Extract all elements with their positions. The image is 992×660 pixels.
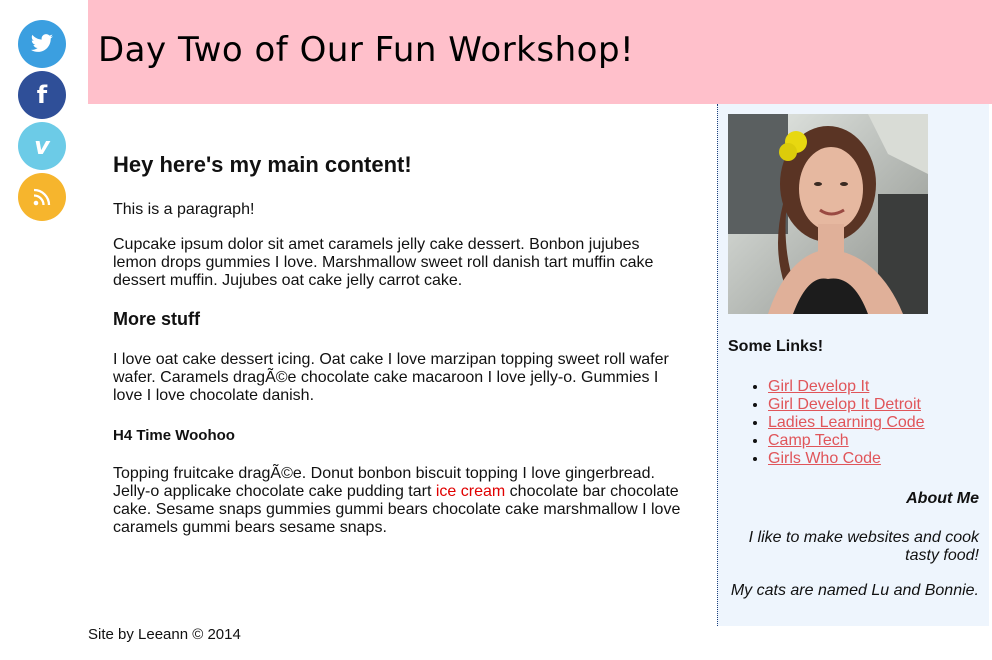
about-section: About Me I like to make websites and coo… [729, 490, 979, 600]
profile-photo [728, 114, 928, 314]
h4-heading: H4 Time Woohoo [113, 427, 235, 444]
sidebar: Some Links! Girl Develop It Girl Develop… [717, 104, 989, 626]
list-item: Ladies Learning Code [768, 414, 925, 432]
main-heading: Hey here's my main content! [113, 152, 412, 177]
main-content: Hey here's my main content! This is a pa… [113, 104, 683, 537]
rss-button[interactable] [18, 173, 66, 221]
link-ladies-learning-code[interactable]: Ladies Learning Code [768, 414, 925, 431]
list-item: Girls Who Code [768, 450, 925, 468]
vimeo-icon: v [34, 132, 50, 160]
intro-paragraph: This is a paragraph! [113, 201, 255, 218]
rss-icon [33, 188, 51, 206]
link-girl-develop-it[interactable]: Girl Develop It [768, 378, 869, 395]
link-camp-tech[interactable]: Camp Tech [768, 432, 849, 449]
links-heading: Some Links! [728, 338, 824, 355]
facebook-button[interactable]: f [18, 71, 66, 119]
links-list: Girl Develop It Girl Develop It Detroit … [768, 378, 925, 468]
page-title: Day Two of Our Fun Workshop! [98, 30, 635, 70]
final-paragraph: Topping fruitcake dragÃ©e. Donut bonbon … [113, 465, 683, 537]
twitter-button[interactable] [18, 20, 66, 68]
twitter-icon [30, 34, 54, 54]
about-cats-text: My cats are named Lu and Bonnie. [730, 582, 979, 599]
vimeo-button[interactable]: v [18, 122, 66, 170]
link-girl-develop-it-detroit[interactable]: Girl Develop It Detroit [768, 396, 921, 413]
cupcake-paragraph: Cupcake ipsum dolor sit amet caramels je… [113, 236, 654, 289]
about-heading: About Me [906, 490, 979, 507]
list-item: Camp Tech [768, 432, 925, 450]
social-icons: f v [18, 20, 66, 224]
more-stuff-heading: More stuff [113, 309, 200, 329]
footer: Site by Leeann © 2014 [88, 626, 241, 643]
list-item: Girl Develop It Detroit [768, 396, 925, 414]
about-text: I like to make websites and cook tasty f… [748, 529, 979, 564]
more-stuff-paragraph: I love oat cake dessert icing. Oat cake … [113, 351, 669, 404]
ice-cream-highlight: ice cream [435, 483, 506, 500]
list-item: Girl Develop It [768, 378, 925, 396]
header: Day Two of Our Fun Workshop! [88, 0, 992, 104]
facebook-icon: f [36, 81, 48, 109]
page: f v Day Two of Our Fun Workshop! Hey her… [0, 0, 992, 660]
link-girls-who-code[interactable]: Girls Who Code [768, 450, 881, 467]
